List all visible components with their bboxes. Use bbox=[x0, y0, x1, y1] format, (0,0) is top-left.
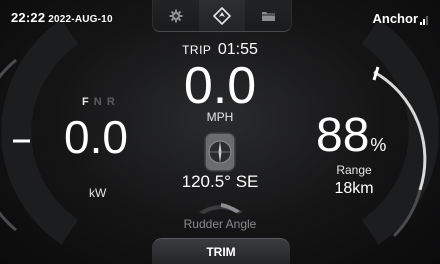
power-unit: kW bbox=[89, 186, 107, 200]
mode-tabs bbox=[152, 0, 292, 32]
gear-selector: F N R bbox=[82, 96, 116, 108]
battery-unit: % bbox=[370, 135, 387, 155]
tab-files[interactable] bbox=[245, 0, 291, 31]
gear-forward: F bbox=[82, 96, 90, 108]
power-value: 0.0 bbox=[64, 111, 128, 163]
compass-icon bbox=[204, 132, 236, 172]
gear-reverse: R bbox=[106, 96, 116, 108]
top-bar: 22:22 2022-AUG-10 Anchor bbox=[0, 0, 440, 36]
battery-value: 88 bbox=[316, 109, 370, 162]
range-value: 18km bbox=[334, 180, 374, 197]
time-label: 22:22 bbox=[11, 10, 46, 25]
trip-value: 01:55 bbox=[217, 41, 258, 58]
clock: 22:22 2022-AUG-10 bbox=[11, 10, 113, 25]
folder-icon bbox=[261, 11, 275, 21]
gear-neutral: N bbox=[93, 96, 103, 108]
gear-icon bbox=[169, 9, 183, 22]
rudder-angle-label: Rudder Angle bbox=[183, 217, 257, 231]
range-label: Range bbox=[336, 163, 372, 177]
tab-settings[interactable] bbox=[153, 0, 199, 31]
dashboard-screen: 22:22 2022-AUG-10 Anchor TRIP 01:55 0.0 … bbox=[0, 0, 440, 264]
trip-label: TRIP bbox=[182, 43, 212, 57]
signal-icon bbox=[420, 16, 428, 25]
rudder-angle-gauge bbox=[199, 203, 243, 214]
date-label: 2022-AUG-10 bbox=[48, 14, 113, 25]
navigation-arrow-icon bbox=[213, 6, 231, 25]
tab-navigation[interactable] bbox=[199, 0, 245, 31]
battery-percentage: 88% bbox=[316, 110, 386, 171]
speed-value: 0.0 bbox=[183, 57, 257, 115]
trim-button[interactable]: TRIM bbox=[152, 238, 290, 264]
mode-label: Anchor bbox=[372, 11, 419, 26]
